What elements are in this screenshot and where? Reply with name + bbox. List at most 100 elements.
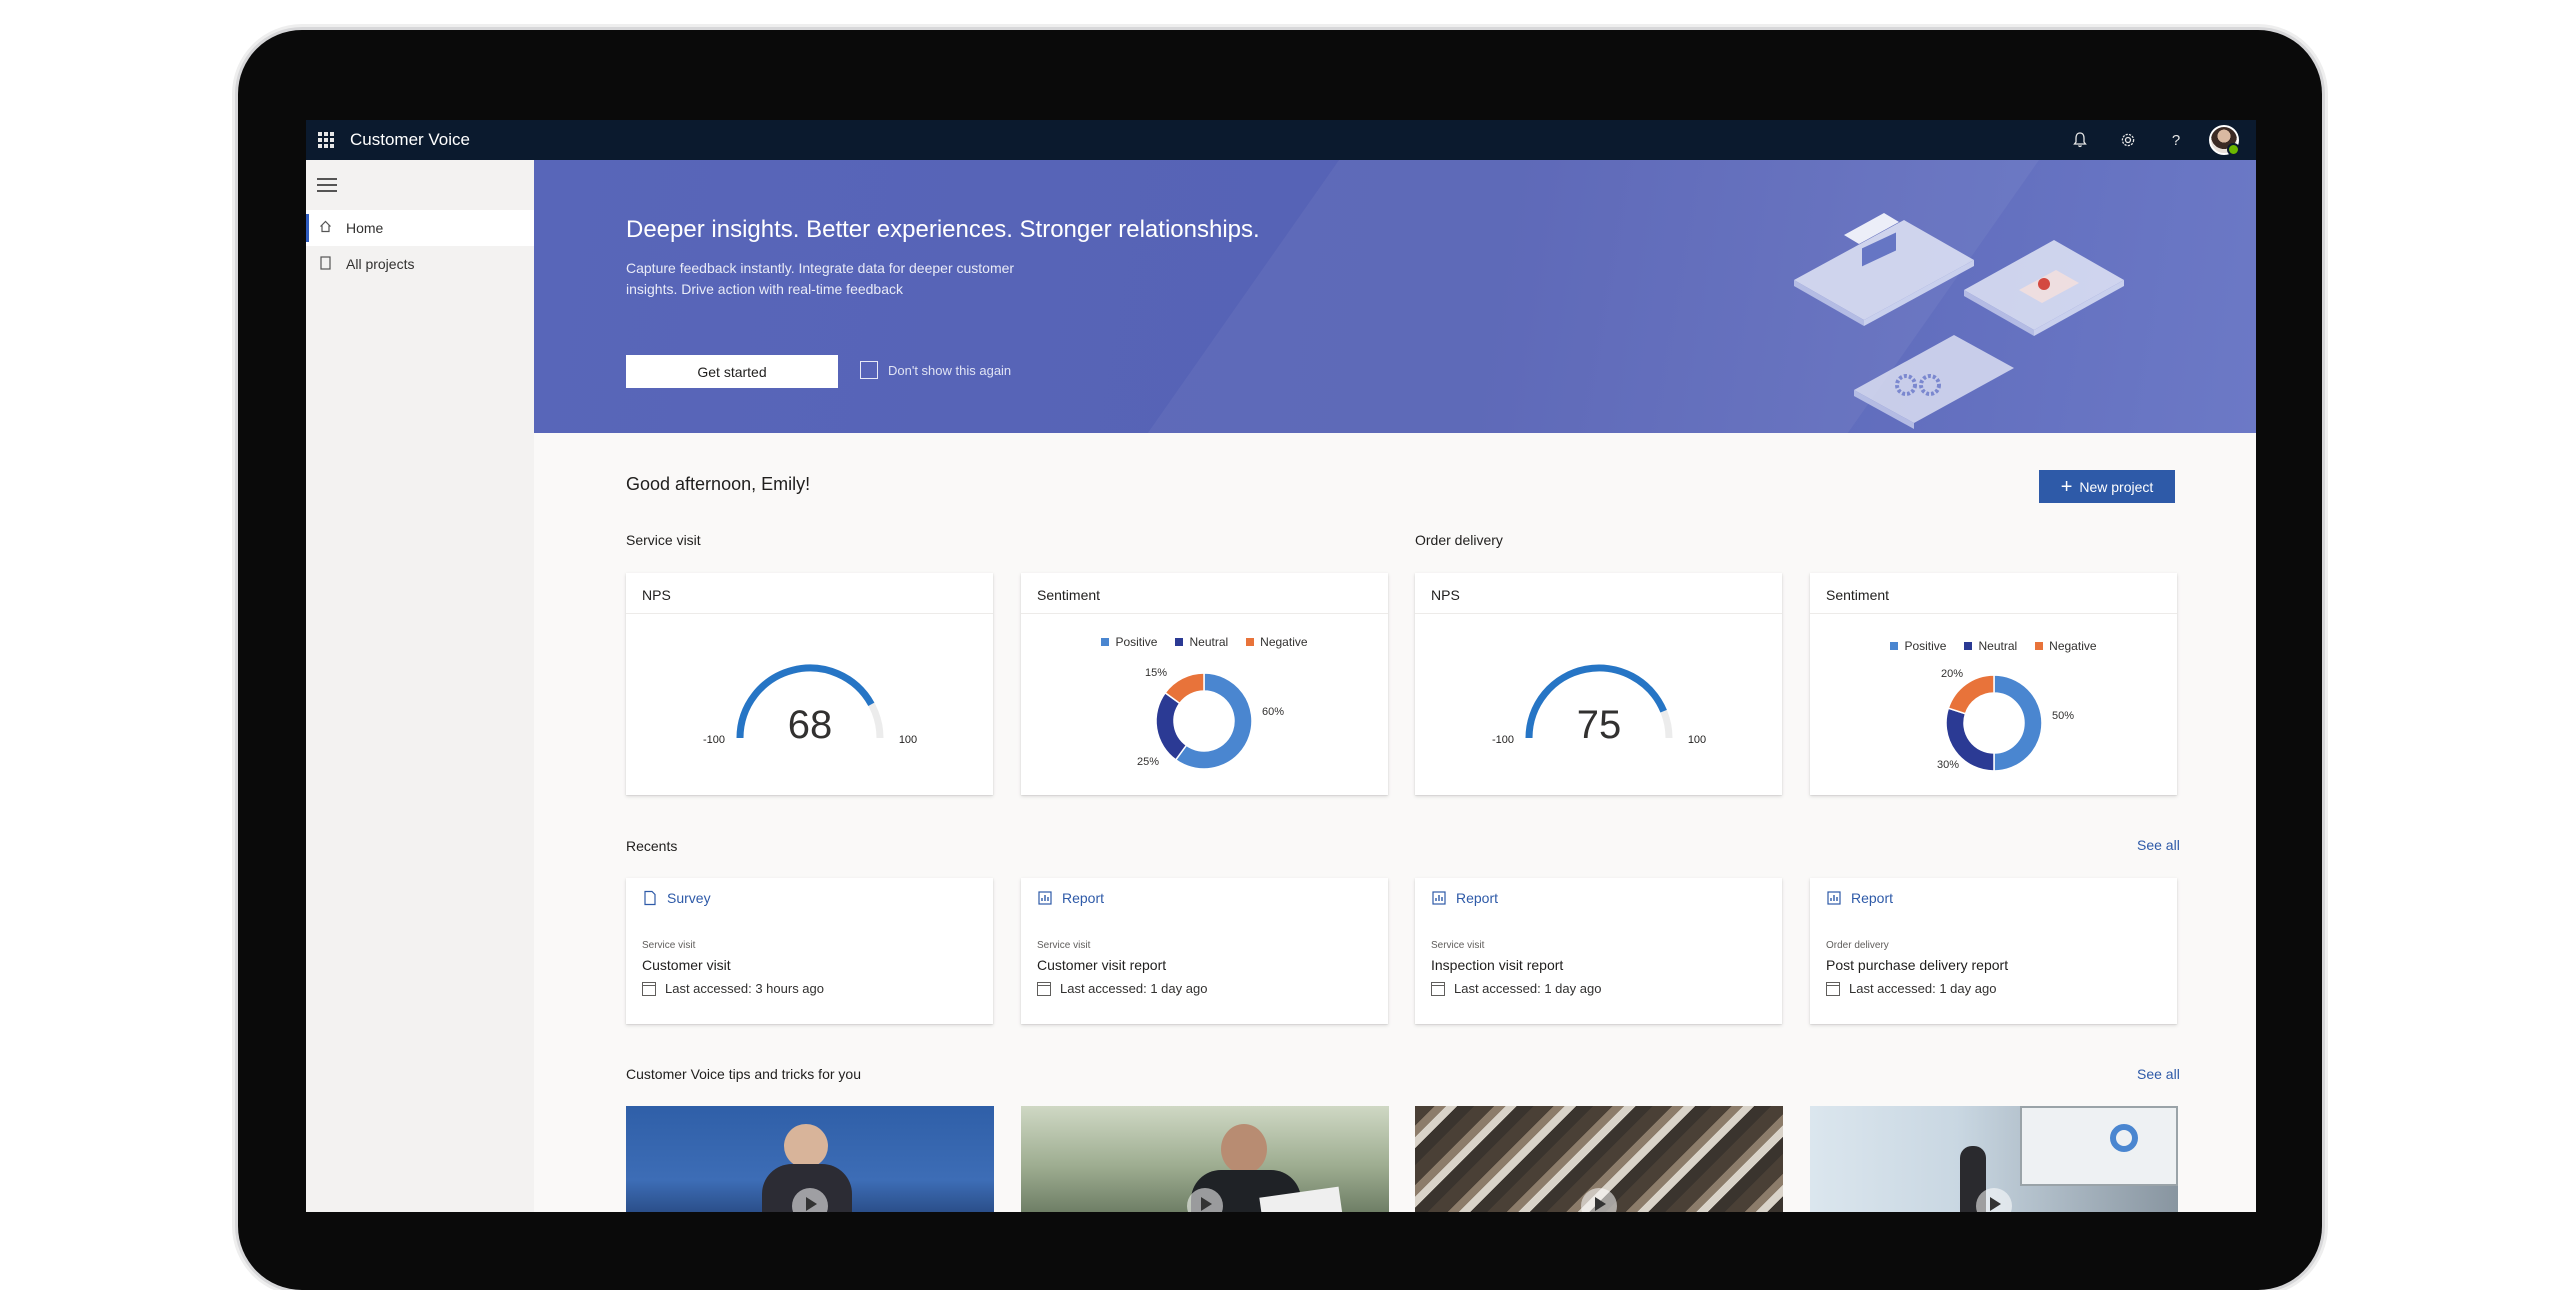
nps-gauge: 68 -100 100	[703, 664, 917, 747]
sidebar-item-label: Home	[346, 220, 384, 236]
neutral-label: 25%	[1137, 756, 1159, 768]
tip-video-thumbnail[interactable]	[626, 1106, 994, 1212]
tip-video-thumbnail[interactable]	[1021, 1106, 1389, 1212]
recent-context: Service visit	[1037, 940, 1091, 951]
recent-type-label: Report	[1062, 890, 1105, 906]
sentiment-donut: 60% 25% 15%	[1137, 667, 1284, 770]
recent-card[interactable]: Survey Service visit Customer visit Last…	[626, 878, 993, 1024]
top-bar: Customer Voice ?	[306, 120, 2256, 160]
neutral-label: 30%	[1937, 759, 1959, 771]
recent-accessed: Last accessed: 3 hours ago	[642, 981, 824, 996]
new-project-label: New project	[2079, 478, 2154, 495]
main-content: Deeper insights. Better experiences. Str…	[534, 160, 2256, 1212]
recent-accessed: Last accessed: 1 day ago	[1826, 981, 1996, 996]
sidebar-item-home[interactable]: Home	[306, 210, 534, 246]
recent-type-link[interactable]: Report	[1431, 890, 1498, 906]
avatar	[2209, 125, 2240, 156]
donut-slice-negative[interactable]	[1947, 674, 1995, 715]
hero-subtitle: Capture feedback instantly. Integrate da…	[626, 260, 1015, 297]
plus-icon: +	[2060, 475, 2073, 498]
recent-type-label: Survey	[667, 890, 711, 906]
greeting: Good afternoon, Emily!	[626, 474, 811, 494]
recent-card[interactable]: Report Service visit Inspection visit re…	[1415, 878, 1782, 1024]
recent-accessed: Last accessed: 1 day ago	[1431, 981, 1601, 996]
dont-show-again-checkbox[interactable]: Don't show this again	[860, 361, 1011, 379]
hero-title: Deeper insights. Better experiences. Str…	[626, 216, 1260, 243]
recent-name: Customer visit	[642, 957, 731, 973]
nps-value: 75	[1577, 703, 1622, 747]
app-launcher-icon[interactable]	[318, 132, 334, 148]
recent-card[interactable]: Report Service visit Customer visit repo…	[1021, 878, 1388, 1024]
gear-icon[interactable]	[2104, 120, 2152, 160]
recent-context: Service visit	[642, 940, 696, 951]
nps-max-label: 100	[1688, 734, 1706, 746]
nps-gauge: 75 -100 100	[1492, 664, 1706, 747]
recent-type-link[interactable]: Survey	[642, 890, 711, 906]
recent-name: Customer visit report	[1037, 957, 1167, 973]
nps-min-label: -100	[703, 734, 725, 746]
recent-name: Post purchase delivery report	[1826, 957, 2009, 973]
new-project-button[interactable]: + New project	[2039, 470, 2175, 503]
recents-see-all-link[interactable]: See all	[2137, 837, 2180, 853]
card-title: Sentiment	[1037, 587, 1101, 603]
calendar-icon	[1431, 981, 1445, 996]
sidebar: Home All projects	[306, 160, 534, 1212]
sentiment-card-service-visit[interactable]: Sentiment Positive Neutral Negative 60% …	[1021, 573, 1388, 795]
negative-label: 20%	[1941, 668, 1963, 680]
sentiment-donut: 50% 30% 20%	[1937, 668, 2074, 772]
recent-card[interactable]: Report Order delivery Post purchase deli…	[1810, 878, 2177, 1024]
tip-video-thumbnail[interactable]	[1810, 1106, 2178, 1212]
calendar-icon	[642, 981, 656, 996]
recent-type-link[interactable]: Report	[1826, 890, 1893, 906]
donut-slice-positive[interactable]	[1993, 674, 2043, 772]
bell-icon[interactable]	[2056, 120, 2104, 160]
group-label-order-delivery: Order delivery	[1415, 532, 1503, 548]
tip-video-thumbnail[interactable]	[1415, 1106, 1783, 1212]
home-icon	[318, 220, 332, 236]
nps-card-order-delivery[interactable]: NPS 75 -100 100	[1415, 573, 1782, 795]
recent-type-label: Report	[1456, 890, 1499, 906]
recent-accessed: Last accessed: 1 day ago	[1037, 981, 1207, 996]
report-icon	[1038, 891, 1052, 905]
checkbox-label: Don't show this again	[888, 362, 1012, 378]
survey-icon	[644, 890, 656, 906]
recent-context: Order delivery	[1826, 940, 1889, 951]
sidebar-item-label: All projects	[346, 256, 415, 272]
card-title: NPS	[1431, 587, 1460, 603]
help-icon[interactable]: ?	[2152, 120, 2200, 160]
donut-slice-neutral[interactable]	[1155, 691, 1188, 761]
sidebar-item-all-projects[interactable]: All projects	[306, 246, 534, 282]
positive-label: 60%	[1262, 706, 1284, 718]
app-name[interactable]: Customer Voice	[350, 130, 470, 150]
tips-title: Customer Voice tips and tricks for you	[626, 1066, 861, 1082]
negative-label: 15%	[1145, 667, 1167, 679]
document-icon	[318, 255, 332, 273]
hero-banner: Deeper insights. Better experiences. Str…	[534, 160, 2256, 433]
report-icon	[1432, 891, 1446, 905]
hero-illustration	[1794, 213, 2124, 429]
app-window: Customer Voice ? Home All projects Deepe…	[306, 120, 2256, 1212]
nps-value: 68	[788, 703, 833, 747]
positive-label: 50%	[2052, 710, 2074, 722]
nps-max-label: 100	[899, 734, 917, 746]
card-title: Sentiment	[1826, 587, 1890, 603]
card-title: NPS	[642, 587, 671, 603]
play-icon[interactable]	[1976, 1188, 2012, 1212]
sentiment-card-order-delivery[interactable]: Sentiment Positive Neutral Negative 50% …	[1810, 573, 2177, 795]
get-started-button[interactable]: Get started	[626, 355, 838, 388]
recent-context: Service visit	[1431, 940, 1485, 951]
calendar-icon	[1037, 981, 1051, 996]
recent-type-label: Report	[1851, 890, 1894, 906]
profile-button[interactable]	[2200, 120, 2248, 160]
play-icon[interactable]	[1581, 1188, 1617, 1212]
group-label-service-visit: Service visit	[626, 532, 701, 548]
report-icon	[1827, 891, 1841, 905]
hamburger-menu-icon[interactable]	[317, 178, 337, 192]
checkbox-icon[interactable]	[860, 361, 878, 379]
recents-title: Recents	[626, 838, 678, 854]
recent-type-link[interactable]: Report	[1037, 890, 1104, 906]
nps-card-service-visit[interactable]: NPS 68 -100 100	[626, 573, 993, 795]
nps-min-label: -100	[1492, 734, 1514, 746]
recent-name: Inspection visit report	[1431, 957, 1564, 973]
tips-see-all-link[interactable]: See all	[2137, 1066, 2180, 1082]
